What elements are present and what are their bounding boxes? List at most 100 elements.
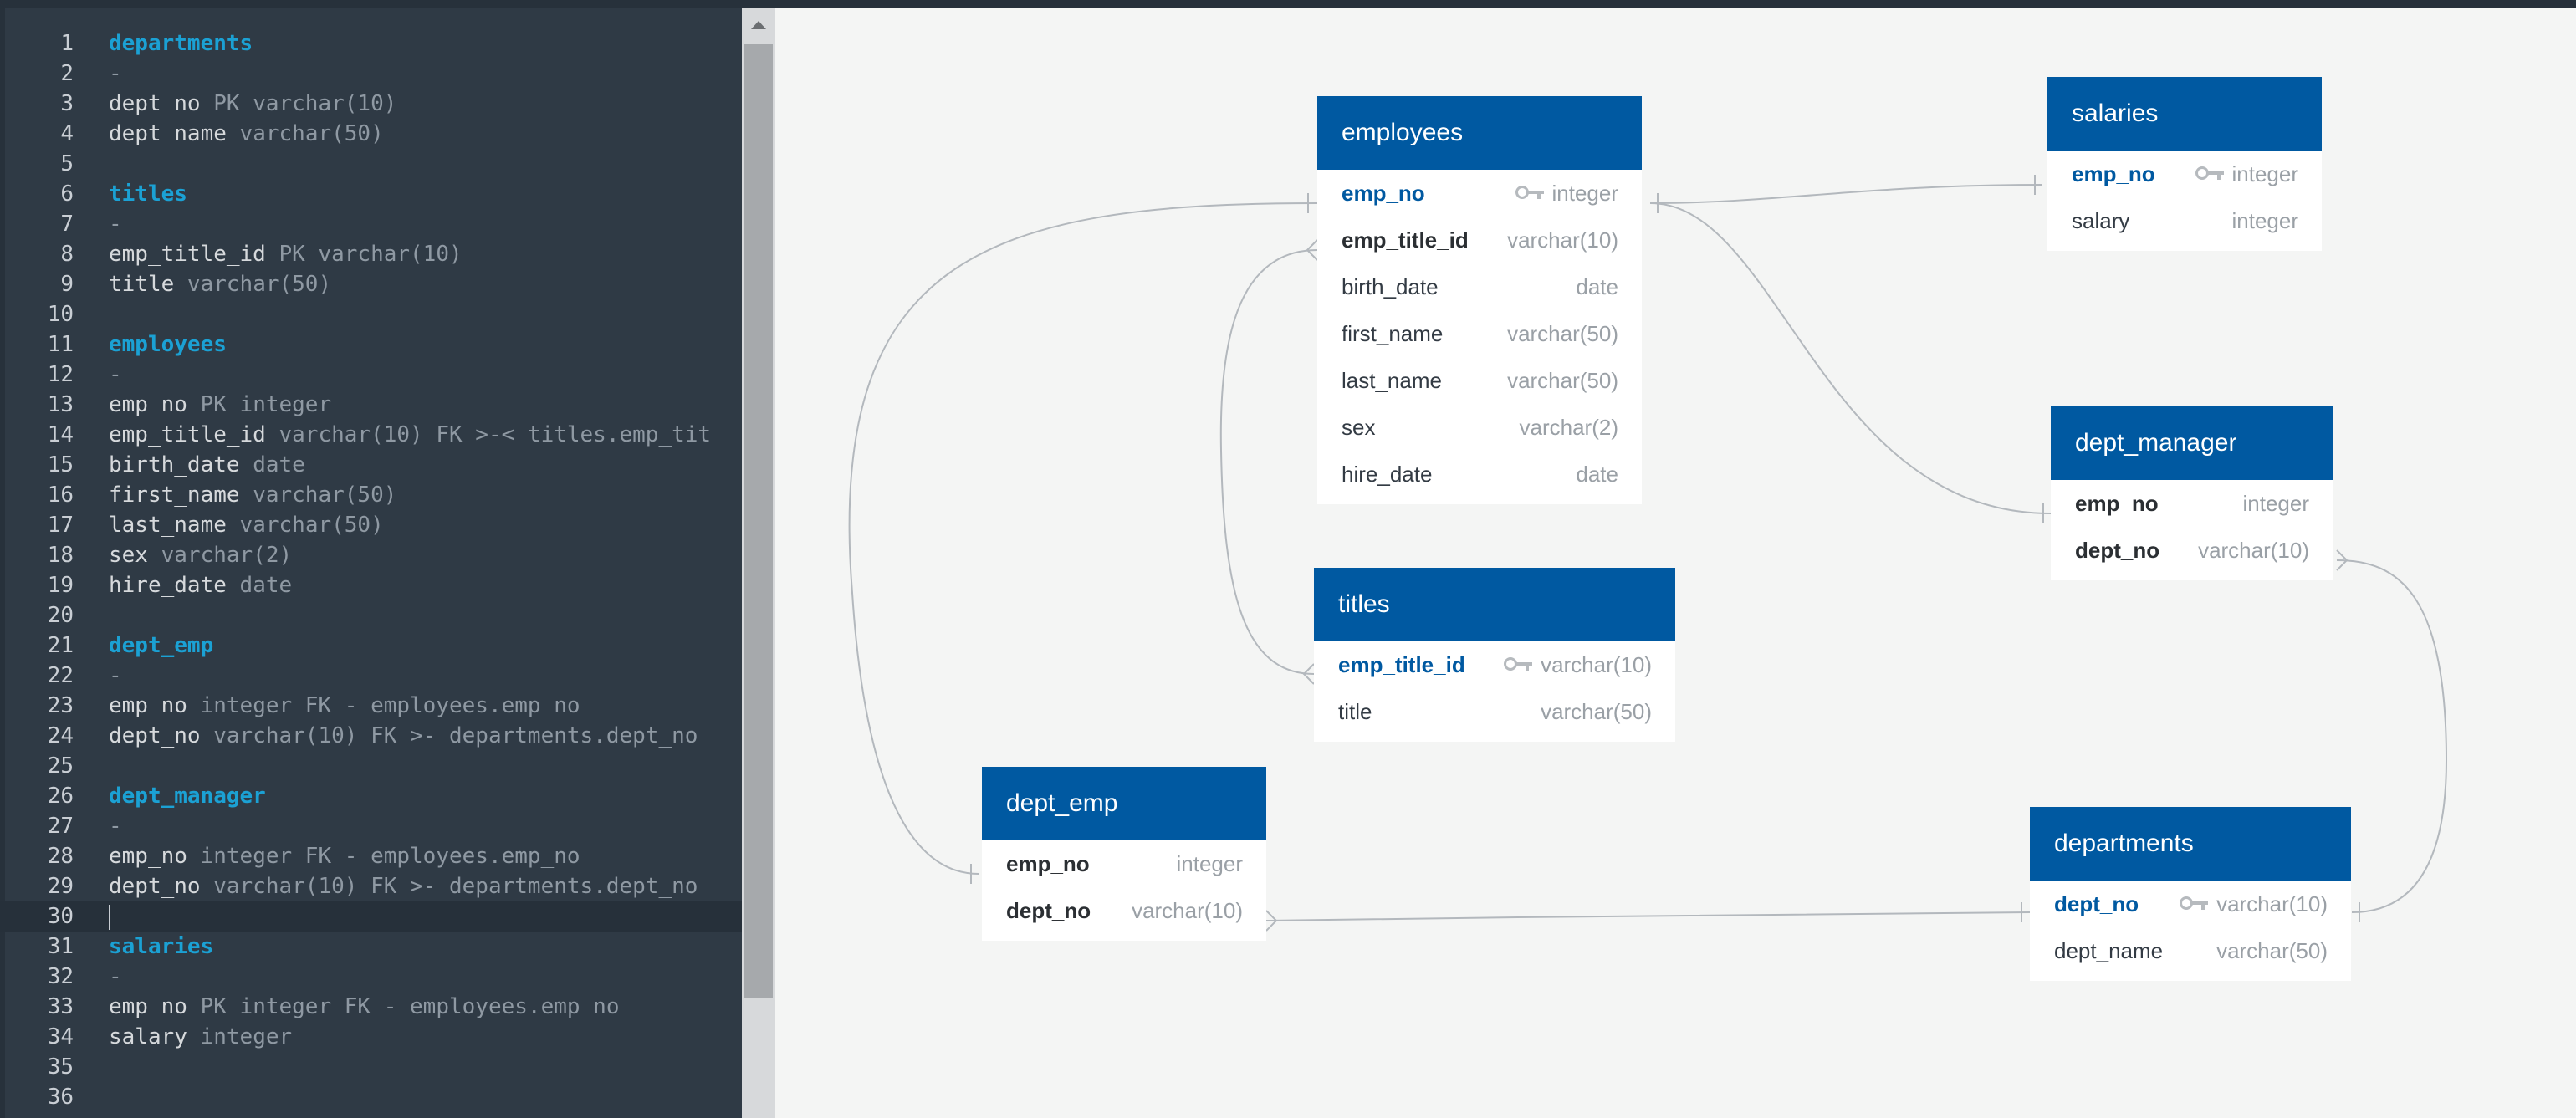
code-line[interactable]: 28 emp_no integer FK - employees.emp_no <box>0 841 742 871</box>
code-line[interactable]: 22 - <box>0 661 742 691</box>
field-row[interactable]: sex varchar(2) <box>1317 404 1642 451</box>
code-line[interactable]: 31 salaries <box>0 932 742 962</box>
code-line[interactable]: 14 emp_title_id varchar(10) FK >-< titles… <box>0 420 742 450</box>
field-row[interactable]: emp_no integer <box>1317 170 1642 217</box>
field-row[interactable]: dept_no varchar(10) <box>2051 527 2333 574</box>
field-row[interactable]: title varchar(50) <box>1314 688 1675 735</box>
code-line[interactable]: 35 <box>0 1052 742 1082</box>
code-line[interactable]: 4 dept_name varchar(50) <box>0 119 742 149</box>
code-text[interactable]: dept_no varchar(10) FK >- departments.de… <box>109 721 698 751</box>
code-line[interactable]: 26 dept_manager <box>0 781 742 811</box>
table-titles[interactable]: titles emp_title_id varchar(10) title varch… <box>1314 568 1675 742</box>
field-row[interactable]: last_name varchar(50) <box>1317 357 1642 404</box>
code-line[interactable]: 3 dept_no PK varchar(10) <box>0 89 742 119</box>
code-text[interactable]: last_name varchar(50) <box>109 510 384 540</box>
code-line[interactable]: 21 dept_emp <box>0 630 742 661</box>
code-line[interactable]: 5 <box>0 149 742 179</box>
code-line[interactable]: 32 - <box>0 962 742 992</box>
table-dept-emp[interactable]: dept_emp emp_no integer dept_no varchar(10) <box>982 767 1266 941</box>
code-line[interactable]: 2- <box>0 59 742 89</box>
code-text[interactable]: dept_emp <box>109 630 213 661</box>
code-text[interactable]: - <box>109 59 122 89</box>
code-text[interactable] <box>109 901 110 932</box>
code-line[interactable]: 1 departments <box>0 28 742 59</box>
code-text[interactable]: emp_no integer FK - employees.emp_no <box>109 691 580 721</box>
code-text[interactable]: dept_no PK varchar(10) <box>109 89 396 119</box>
code-text[interactable]: first_name varchar(50) <box>109 480 396 510</box>
code-line[interactable]: 29 dept_no varchar(10) FK >- departments.… <box>0 871 742 901</box>
code-text[interactable]: - <box>109 962 122 992</box>
code-line[interactable]: 20 <box>0 600 742 630</box>
code-text[interactable]: emp_title_id varchar(10) FK >-< titles.e… <box>109 420 711 450</box>
code-text[interactable]: title varchar(50) <box>109 269 331 299</box>
field-row[interactable]: emp_no integer <box>2047 151 2322 197</box>
code-line[interactable]: 19 hire_date date <box>0 570 742 600</box>
field-row[interactable]: first_name varchar(50) <box>1317 310 1642 357</box>
code-line[interactable]: 23 emp_no integer FK - employees.emp_no <box>0 691 742 721</box>
field-row[interactable]: emp_no integer <box>2051 480 2333 527</box>
code-line[interactable]: 33 emp_no PK integer FK - employees.emp_n… <box>0 992 742 1022</box>
scrollbar-thumb[interactable] <box>744 44 773 998</box>
code-text[interactable]: - <box>109 811 122 841</box>
code-text[interactable]: titles <box>109 179 187 209</box>
code-line[interactable]: 7- <box>0 209 742 239</box>
code-line[interactable]: 8 emp_title_id PK varchar(10) <box>0 239 742 269</box>
schema-editor[interactable]: 1 departments 2-3 dept_no PK varchar(10) 4 de… <box>0 8 742 1118</box>
code-line[interactable]: 12 - <box>0 360 742 390</box>
table-header[interactable]: dept_manager <box>2051 406 2333 480</box>
code-text[interactable]: birth_date date <box>109 450 305 480</box>
code-line[interactable]: 15 birth_date date <box>0 450 742 480</box>
code-text[interactable]: dept_no varchar(10) FK >- departments.de… <box>109 871 698 901</box>
code-text[interactable]: salaries <box>109 932 213 962</box>
code-text[interactable]: emp_no PK integer FK - employees.emp_no <box>109 992 619 1022</box>
field-row[interactable]: dept_no varchar(10) <box>982 887 1266 934</box>
code-line[interactable]: 25 <box>0 751 742 781</box>
field-row[interactable]: emp_title_id varchar(10) <box>1317 217 1642 263</box>
code-line[interactable]: 16 first_name varchar(50) <box>0 480 742 510</box>
code-line[interactable]: 24 dept_no varchar(10) FK >- departments.… <box>0 721 742 751</box>
code-line[interactable]: 36 <box>0 1082 742 1112</box>
code-line[interactable]: 9 title varchar(50) <box>0 269 742 299</box>
field-row[interactable]: dept_name varchar(50) <box>2030 927 2351 974</box>
code-text[interactable]: dept_name varchar(50) <box>109 119 384 149</box>
table-header[interactable]: titles <box>1314 568 1675 641</box>
code-line[interactable]: 27 - <box>0 811 742 841</box>
code-line[interactable]: 10 <box>0 299 742 329</box>
code-line[interactable]: 11 employees <box>0 329 742 360</box>
code-line[interactable]: 34 salary integer <box>0 1022 742 1052</box>
code-line[interactable]: 6 titles <box>0 179 742 209</box>
code-text[interactable]: - <box>109 661 122 691</box>
field-row[interactable]: birth_date date <box>1317 263 1642 310</box>
field-row[interactable]: hire_date date <box>1317 451 1642 498</box>
code-text[interactable]: emp_no integer FK - employees.emp_no <box>109 841 580 871</box>
table-departments[interactable]: departments dept_no varchar(10) dept_name v… <box>2030 807 2351 981</box>
code-line[interactable]: 17 last_name varchar(50) <box>0 510 742 540</box>
code-text[interactable]: hire_date date <box>109 570 292 600</box>
code-text[interactable]: - <box>109 209 122 239</box>
table-salaries[interactable]: salaries emp_no integer salary integer <box>2047 77 2322 251</box>
code-text[interactable]: salary integer <box>109 1022 292 1052</box>
table-header[interactable]: employees <box>1317 96 1642 170</box>
table-dept-manager[interactable]: dept_manager emp_no integer dept_no varchar… <box>2051 406 2333 580</box>
code-text[interactable]: employees <box>109 329 227 360</box>
table-header[interactable]: dept_emp <box>982 767 1266 840</box>
editor-scrollbar[interactable] <box>742 8 775 1118</box>
field-row[interactable]: emp_no integer <box>982 840 1266 887</box>
table-employees[interactable]: employees emp_no integer emp_title_id varch… <box>1317 96 1642 504</box>
field-row[interactable]: salary integer <box>2047 197 2322 244</box>
code-text[interactable]: departments <box>109 28 253 59</box>
table-header[interactable]: salaries <box>2047 77 2322 151</box>
field-row[interactable]: emp_title_id varchar(10) <box>1314 641 1675 688</box>
table-header[interactable]: departments <box>2030 807 2351 881</box>
code-text[interactable]: sex varchar(2) <box>109 540 292 570</box>
scroll-up-arrow-icon[interactable] <box>751 21 766 29</box>
code-text[interactable]: emp_no PK integer <box>109 390 331 420</box>
code-line[interactable]: 18 sex varchar(2) <box>0 540 742 570</box>
code-text[interactable]: emp_title_id PK varchar(10) <box>109 239 463 269</box>
code-text[interactable]: - <box>109 360 122 390</box>
code-line[interactable]: 30 <box>0 901 742 932</box>
diagram-canvas[interactable]: employees emp_no integer emp_title_id varch… <box>775 8 2576 1118</box>
code-text[interactable]: dept_manager <box>109 781 266 811</box>
field-row[interactable]: dept_no varchar(10) <box>2030 881 2351 927</box>
code-line[interactable]: 13 emp_no PK integer <box>0 390 742 420</box>
